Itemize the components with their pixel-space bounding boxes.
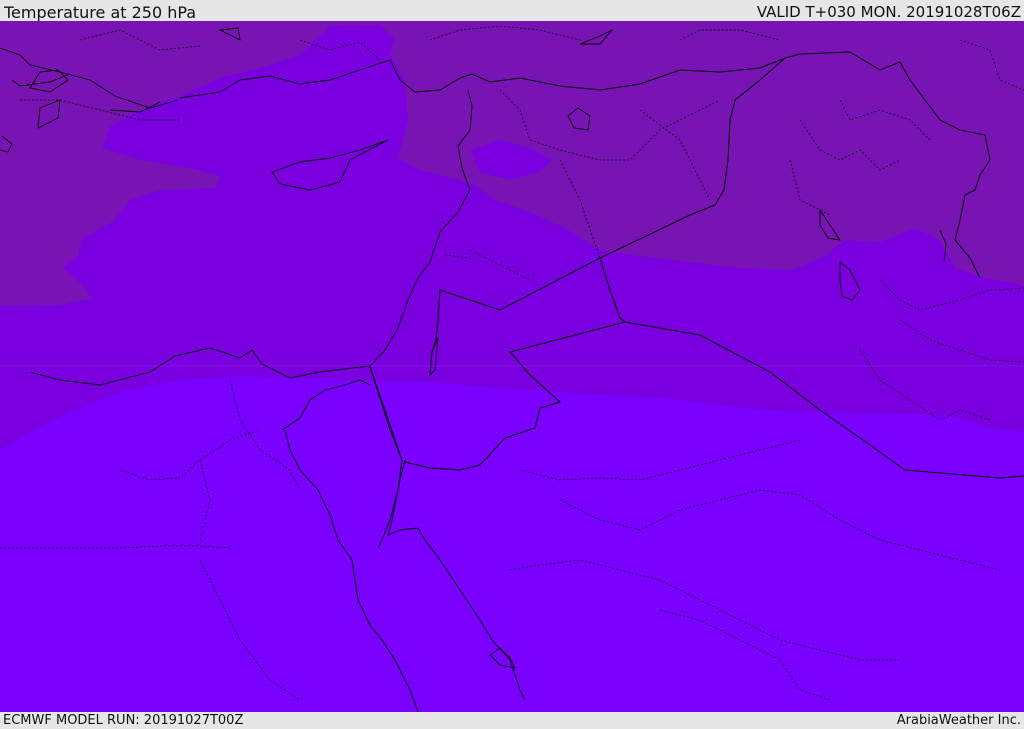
credit-text: ArabiaWeather Inc. — [896, 713, 1021, 728]
map-title: Temperature at 250 hPa — [4, 3, 197, 22]
header-bar: Temperature at 250 hPa VALID T+030 MON. … — [0, 0, 1024, 22]
weather-map — [0, 21, 1024, 712]
valid-time: VALID T+030 MON. 20191028T06Z — [756, 3, 1021, 21]
footer-bar: ECMWF MODEL RUN: 20191027T00Z ArabiaWeat… — [0, 712, 1024, 729]
model-run-info: ECMWF MODEL RUN: 20191027T00Z — [3, 713, 244, 728]
